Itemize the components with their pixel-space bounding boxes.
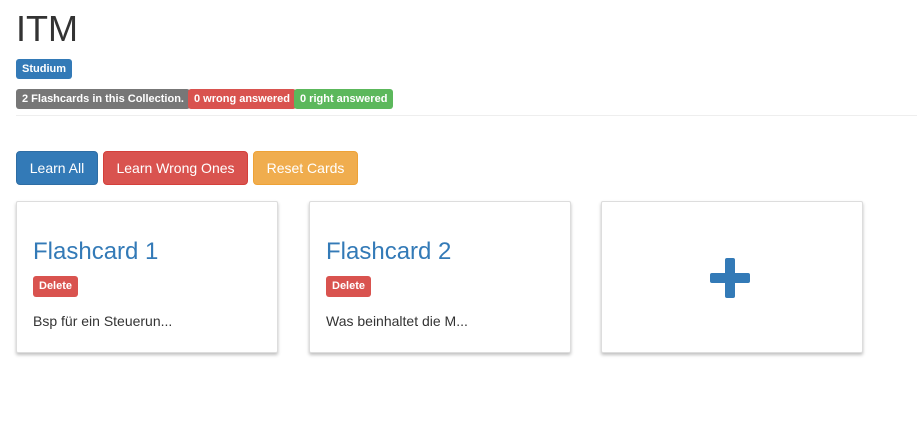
add-flashcard-card[interactable] — [601, 201, 863, 353]
plus-icon — [710, 258, 750, 298]
learn-all-button[interactable]: Learn All — [16, 151, 98, 185]
flashcard-preview: Bsp für ein Steuerun... — [33, 313, 173, 329]
reset-cards-button[interactable]: Reset Cards — [253, 151, 358, 185]
page-title: ITM — [16, 8, 78, 49]
flashcard-title-link[interactable]: Flashcard 2 — [326, 238, 451, 266]
right-answered-badge: 0 right answered — [294, 89, 394, 109]
flashcard-title-link[interactable]: Flashcard 1 — [33, 238, 158, 266]
category-badge: Studium — [16, 59, 72, 79]
flashcard-count-badge: 2 Flashcards in this Collection. — [16, 89, 190, 109]
wrong-answered-badge: 0 wrong answered — [188, 89, 296, 109]
delete-button[interactable]: Delete — [326, 276, 372, 297]
flashcard-card: Flashcard 2 Delete Was beinhaltet die M.… — [309, 201, 571, 353]
learn-wrong-button[interactable]: Learn Wrong Ones — [103, 151, 248, 185]
delete-button[interactable]: Delete — [33, 276, 79, 297]
header-divider — [16, 115, 917, 116]
flashcard-preview: Was beinhaltet die M... — [326, 313, 468, 329]
flashcard-card: Flashcard 1 Delete Bsp für ein Steuerun.… — [16, 201, 278, 353]
